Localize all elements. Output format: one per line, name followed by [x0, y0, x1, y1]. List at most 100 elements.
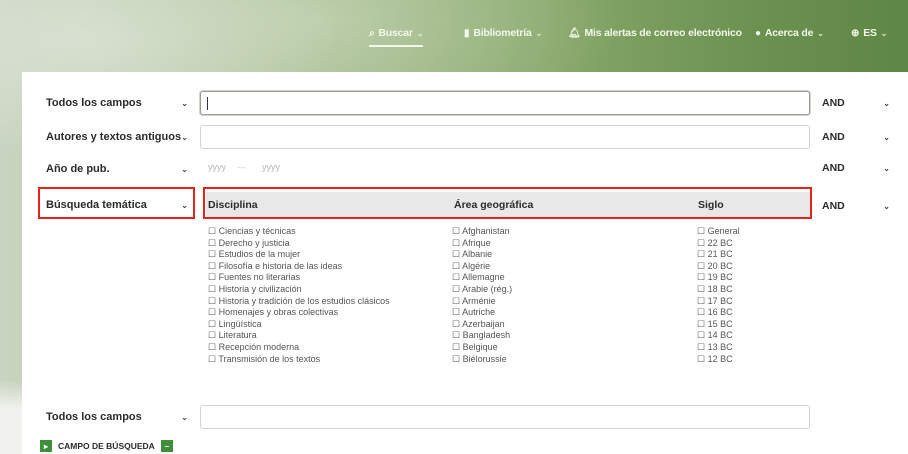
- disciplina-checkbox-item[interactable]: ☐ Historia y tradición de los estudios c…: [208, 296, 390, 308]
- siglo-checkbox-item[interactable]: ☐ 13 BC: [697, 342, 740, 354]
- disciplina-checkbox-item[interactable]: ☐ Ciencias y técnicas: [208, 226, 390, 238]
- checkbox-icon: ☐: [452, 330, 463, 341]
- search-input[interactable]: [200, 405, 810, 429]
- checkbox-icon: ☐: [208, 330, 219, 341]
- search-input[interactable]: [200, 125, 810, 149]
- checkbox-icon: ☐: [452, 283, 463, 294]
- siglo-checkbox-item[interactable]: ☐ 17 BC: [697, 296, 740, 308]
- siglo-checkbox-item[interactable]: ☐ 19 BC: [697, 272, 740, 284]
- checkbox-icon: ☐: [208, 272, 219, 283]
- area-checkbox-item[interactable]: ☐ Bangladesh: [452, 330, 512, 342]
- highlight-box: [38, 187, 195, 219]
- checkbox-icon: ☐: [697, 295, 708, 306]
- disciplina-checkbox-item[interactable]: ☐ Estudios de la mujer: [208, 249, 390, 261]
- checkbox-icon: ☐: [697, 237, 708, 248]
- checkbox-icon: ☐: [452, 318, 463, 329]
- nav-alerts[interactable]: 🔔︎ Mis alertas de correo electrónico: [568, 27, 742, 39]
- chevron-down-icon: ⌄: [883, 163, 890, 173]
- disciplina-checkbox-item[interactable]: ☐ Transmisión de los textos: [208, 354, 390, 366]
- disciplina-checkbox-item[interactable]: ☐ Historia y civilización: [208, 284, 390, 296]
- text-cursor: [207, 97, 208, 110]
- top-navigation: ⌕ Buscar ⌄ ▮ Bibliometría ⌄ 🔔︎ Mis alertas de…: [0, 0, 908, 64]
- siglo-checkbox-item[interactable]: ☐ 18 BC: [697, 284, 740, 296]
- area-checkbox-item[interactable]: ☐ Belgique: [452, 342, 512, 354]
- nav-search[interactable]: ⌕ Buscar ⌄: [369, 27, 424, 47]
- disciplina-checkbox-item[interactable]: ☐ Derecho y justicia: [208, 238, 390, 250]
- chevron-down-icon: ⌄: [880, 28, 888, 38]
- checkbox-icon: ☐: [208, 341, 219, 352]
- checkbox-icon: ☐: [452, 341, 463, 352]
- field-select[interactable]: Todos los campos ⌄: [38, 90, 194, 116]
- chevron-down-icon: ⌄: [883, 98, 890, 108]
- area-checkbox-item[interactable]: ☐ Arménie: [452, 296, 512, 308]
- area-checkbox-item[interactable]: ☐ Afghanistan: [452, 226, 512, 238]
- checkbox-icon: ☐: [208, 307, 219, 318]
- field-select[interactable]: Año de pub. ⌄: [38, 156, 194, 182]
- disciplina-checkbox-item[interactable]: ☐ Recepción moderna: [208, 342, 390, 354]
- search-row-5: Todos los campos ⌄: [22, 402, 908, 432]
- year-from-input[interactable]: yyyy: [208, 162, 226, 172]
- bell-icon: 🔔︎: [568, 27, 581, 39]
- area-checkbox-item[interactable]: ☐ Biélorussie: [452, 354, 512, 366]
- advanced-search-panel: Todos los campos ⌄ AND ⌄ Autores y textos …: [22, 72, 908, 454]
- nav-bibliometrics[interactable]: ▮ Bibliometría ⌄: [464, 27, 542, 39]
- chevron-down-icon: ⌄: [181, 412, 188, 422]
- search-row-2: Autores y textos antiguos ⌄ AND ⌄: [22, 122, 908, 152]
- remove-field-button[interactable]: −: [160, 440, 173, 452]
- operator-select[interactable]: AND ⌄: [820, 125, 896, 149]
- checkbox-icon: ☐: [697, 272, 708, 283]
- siglo-list: ☐ General ☐ 22 BC ☐ 21 BC ☐ 20 BC ☐ 19 BC ☐ 1…: [697, 226, 740, 365]
- operator-select[interactable]: AND ⌄: [820, 156, 896, 180]
- chevron-down-icon: ⌄: [416, 28, 424, 38]
- chevron-down-icon: ⌄: [883, 201, 890, 211]
- siglo-checkbox-item[interactable]: ☐ 22 BC: [697, 238, 740, 250]
- disciplina-list: ☐ Ciencias y técnicas ☐ Derecho y justici…: [208, 226, 390, 365]
- checkbox-icon: ☐: [452, 353, 463, 364]
- area-checkbox-item[interactable]: ☐ Albanie: [452, 249, 512, 261]
- range-dash: —: [237, 162, 246, 172]
- siglo-checkbox-item[interactable]: ☐ 21 BC: [697, 249, 740, 261]
- area-list: ☐ Afghanistan ☐ Afrique ☐ Albanie ☐ Algérie…: [452, 226, 512, 365]
- siglo-checkbox-item[interactable]: ☐ 14 BC: [697, 330, 740, 342]
- field-select[interactable]: Todos los campos ⌄: [38, 404, 194, 430]
- disciplina-checkbox-item[interactable]: ☐ Homenajes y obras colectivas: [208, 307, 390, 319]
- nav-about[interactable]: ● Acerca de ⌄: [755, 27, 824, 39]
- checkbox-icon: ☐: [208, 353, 219, 364]
- area-checkbox-item[interactable]: ☐ Algérie: [452, 261, 512, 273]
- operator-select[interactable]: AND ⌄: [820, 194, 896, 218]
- checkbox-icon: ☐: [208, 295, 219, 306]
- disciplina-checkbox-item[interactable]: ☐ Literatura: [208, 330, 390, 342]
- search-icon: ⌕: [369, 27, 375, 39]
- disciplina-checkbox-item[interactable]: ☐ Lingüística: [208, 319, 390, 331]
- field-select[interactable]: Autores y textos antiguos ⌄: [38, 124, 194, 150]
- siglo-checkbox-item[interactable]: ☐ General: [697, 226, 740, 238]
- area-checkbox-item[interactable]: ☐ Autriche: [452, 307, 512, 319]
- checkbox-icon: ☐: [208, 237, 219, 248]
- year-to-input[interactable]: yyyy: [262, 162, 280, 172]
- area-checkbox-item[interactable]: ☐ Azerbaijan: [452, 319, 512, 331]
- checkbox-icon: ☐: [452, 260, 463, 271]
- add-field-button[interactable]: ▸: [40, 440, 52, 452]
- operator-select[interactable]: AND ⌄: [820, 91, 896, 115]
- disciplina-checkbox-item[interactable]: ☐ Fuentes no literarias: [208, 272, 390, 284]
- area-checkbox-item[interactable]: ☐ Allemagne: [452, 272, 512, 284]
- checkbox-icon: ☐: [697, 318, 708, 329]
- checkbox-icon: ☐: [697, 353, 708, 364]
- siglo-checkbox-item[interactable]: ☐ 20 BC: [697, 261, 740, 273]
- area-checkbox-item[interactable]: ☐ Afrique: [452, 238, 512, 250]
- chevron-down-icon: ⌄: [181, 98, 188, 108]
- nav-language[interactable]: ⊕ ES ⌄: [851, 27, 887, 39]
- add-field-controls: ▸ CAMPO DE BÚSQUEDA −: [40, 440, 173, 452]
- checkbox-icon: ☐: [452, 295, 463, 306]
- chevron-down-icon: ⌄: [535, 28, 543, 38]
- checkbox-icon: ☐: [452, 249, 463, 260]
- checkbox-icon: ☐: [697, 226, 708, 236]
- search-input[interactable]: [200, 91, 810, 115]
- chevron-down-icon: ⌄: [181, 132, 188, 142]
- siglo-checkbox-item[interactable]: ☐ 16 BC: [697, 307, 740, 319]
- chevron-down-icon: ⌄: [181, 164, 188, 174]
- siglo-checkbox-item[interactable]: ☐ 15 BC: [697, 319, 740, 331]
- area-checkbox-item[interactable]: ☐ Arabie (rég.): [452, 284, 512, 296]
- siglo-checkbox-item[interactable]: ☐ 12 BC: [697, 354, 740, 366]
- disciplina-checkbox-item[interactable]: ☐ Filosofía e historia de las ideas: [208, 261, 390, 273]
